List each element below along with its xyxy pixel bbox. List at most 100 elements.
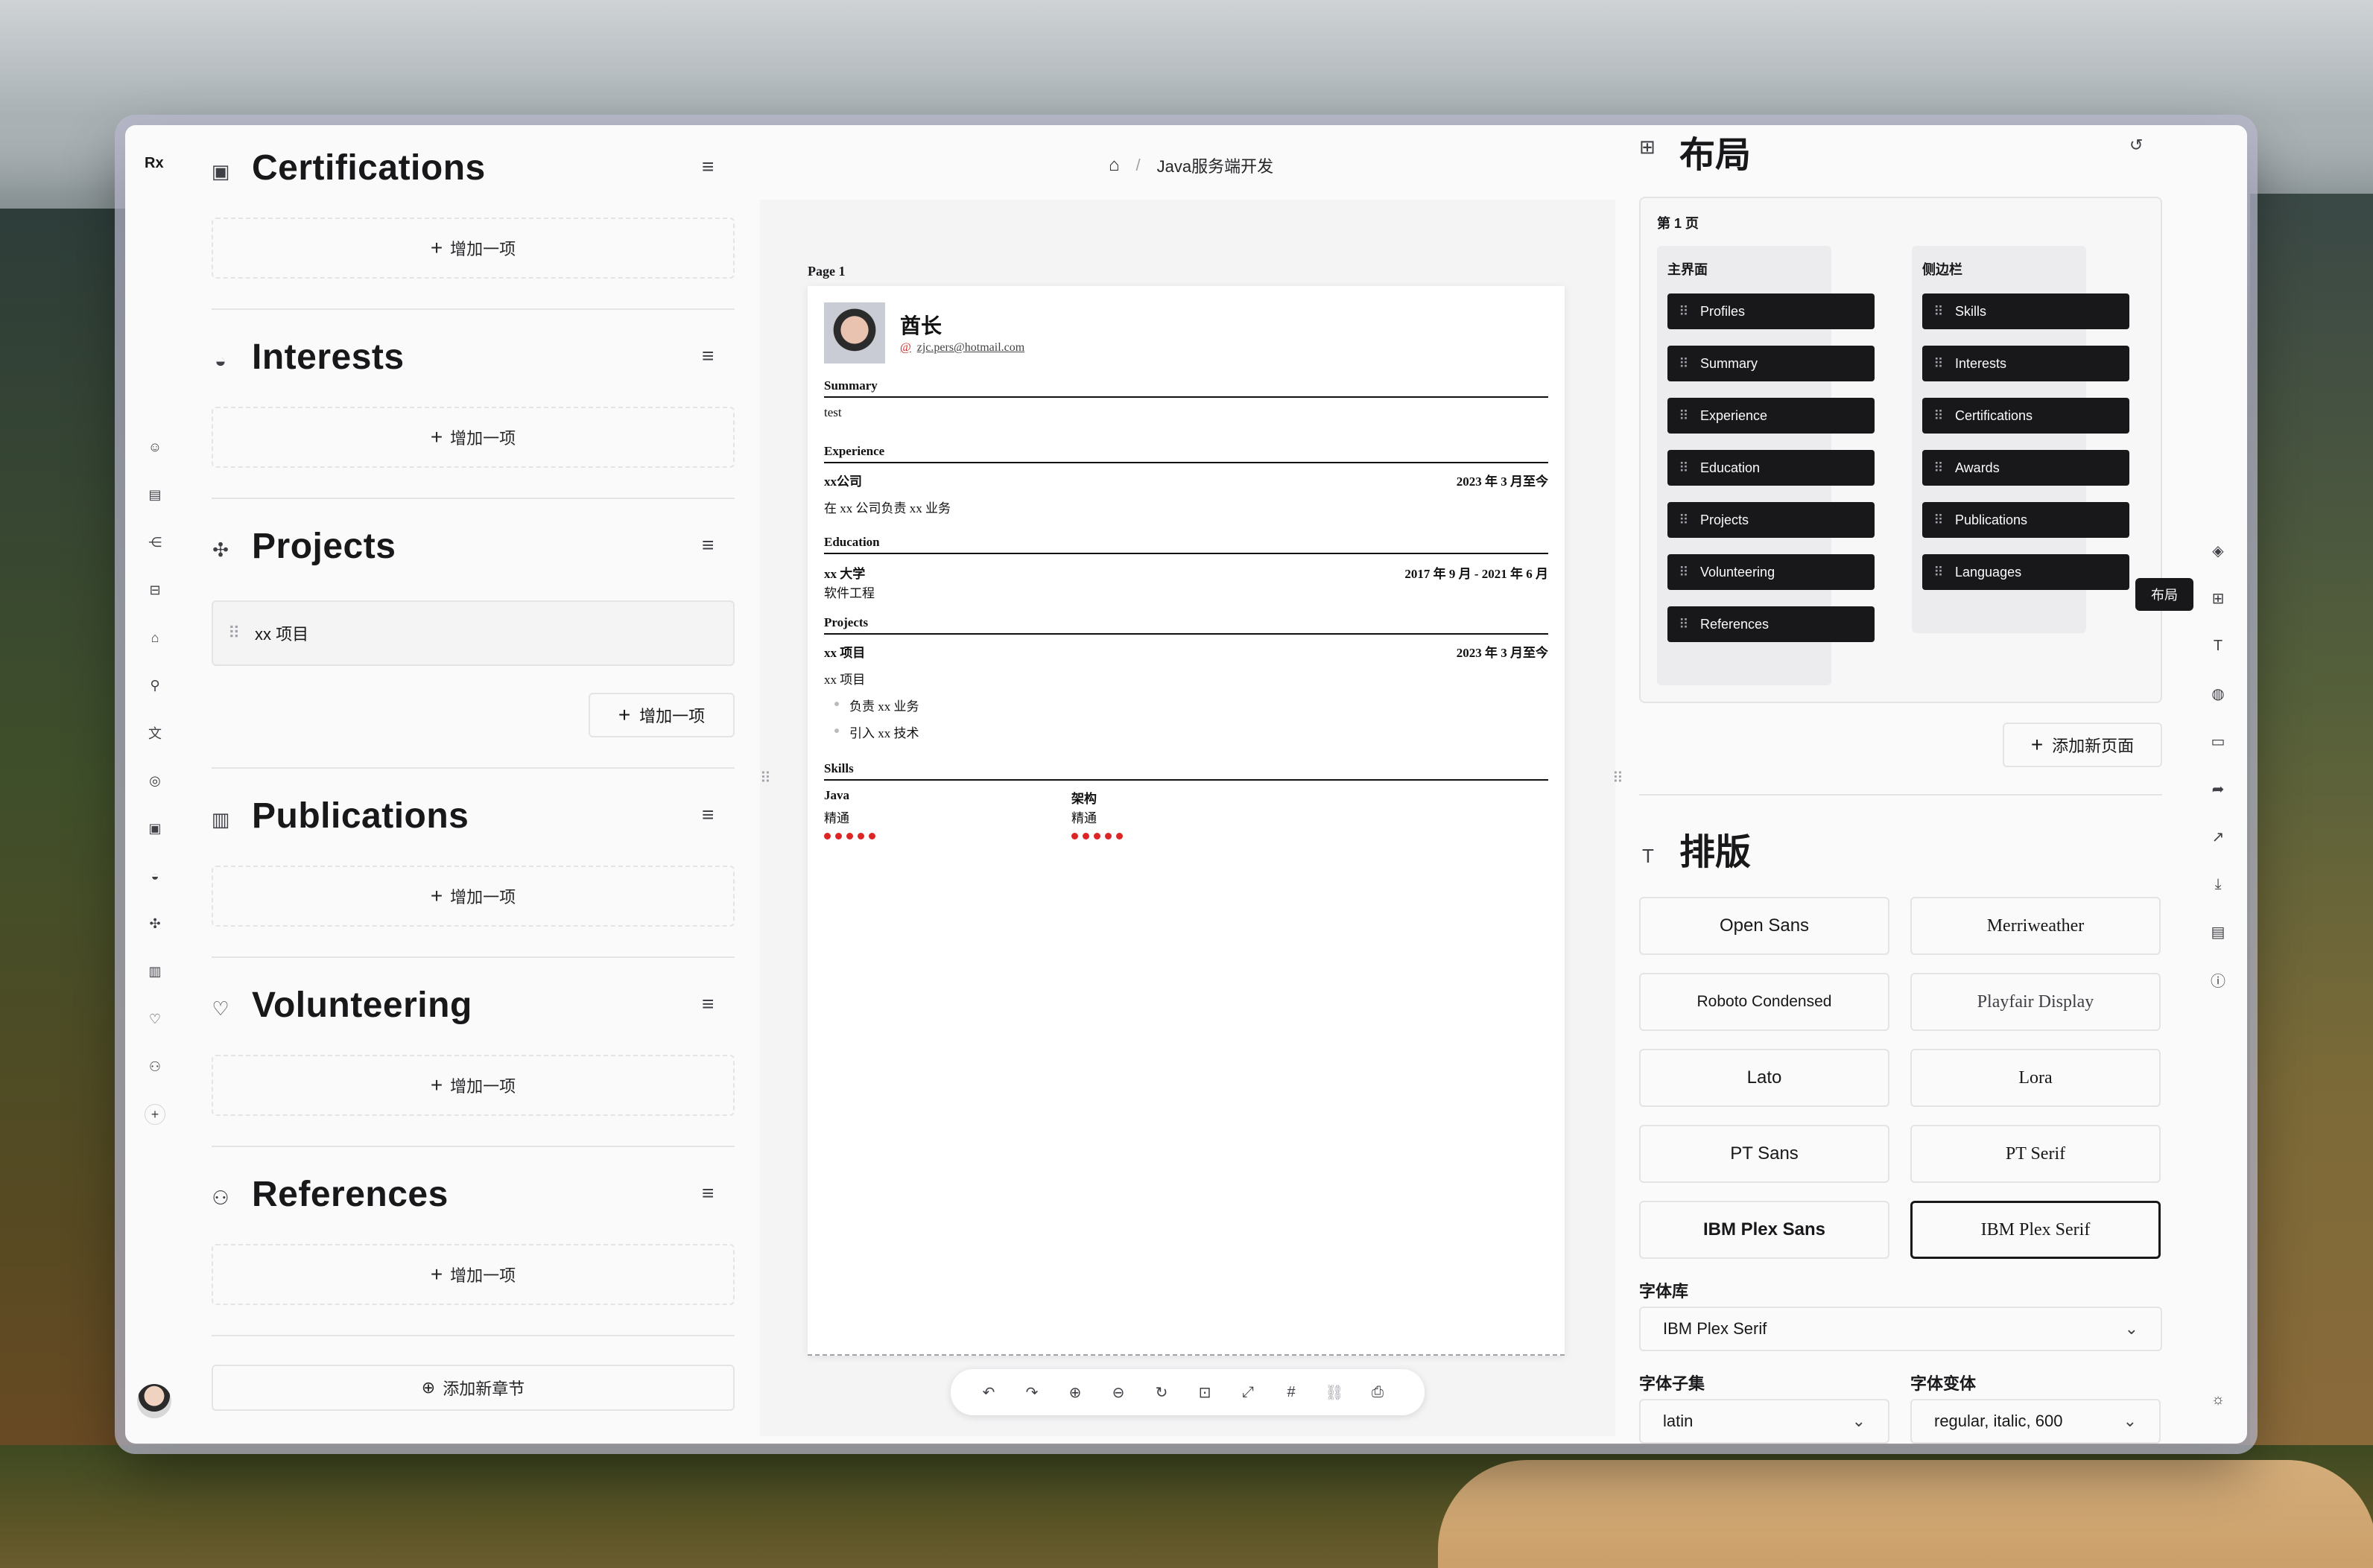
section-divider (212, 767, 735, 769)
resize-handle-left[interactable]: ⠿ (760, 769, 775, 787)
add-page-button[interactable]: + 添加新页面 (2003, 723, 2162, 767)
add-item-button[interactable]: + 增加一项 (589, 693, 735, 737)
layout-icon[interactable]: ⊞ (2207, 587, 2229, 609)
pdf-icon[interactable]: ⎙ (1365, 1380, 1390, 1405)
font-option[interactable]: PT Sans (1639, 1125, 1889, 1183)
section-title-projects: Projects (252, 527, 396, 566)
add-item-button[interactable]: + 增加一项 (212, 866, 735, 927)
users-icon: ⚇ (212, 1186, 229, 1209)
menu-icon[interactable]: ≡ (702, 803, 714, 827)
font-option-selected[interactable]: IBM Plex Serif (1910, 1201, 2161, 1259)
font-variant-select[interactable]: regular, italic, 600 ⌄ (1910, 1399, 2161, 1444)
layout-chip[interactable]: ⠿ Education (1667, 450, 1875, 486)
layout-chip[interactable]: ⠿ References (1667, 606, 1875, 642)
font-library-select[interactable]: IBM Plex Serif ⌄ (1639, 1307, 2162, 1351)
page-break-icon[interactable]: # (1279, 1380, 1304, 1405)
download-icon[interactable]: ⤓ (2207, 873, 2229, 895)
drag-handle-icon[interactable]: ⠿ (213, 623, 255, 643)
graduation-icon[interactable]: ⌂ (145, 627, 165, 648)
hand-heart-icon[interactable]: ♡ (145, 1009, 165, 1029)
certificate-icon[interactable]: ▣ (145, 818, 165, 839)
reset-zoom-icon[interactable]: ↻ (1149, 1380, 1174, 1405)
layout-chip[interactable]: ⠿ Publications (1922, 502, 2129, 538)
skills-icon[interactable]: ⚲ (145, 675, 165, 696)
layout-chip[interactable]: ⠿ Languages (1922, 554, 2129, 590)
user-avatar[interactable] (137, 1384, 171, 1418)
theme-toggle-icon[interactable]: ☼ (2207, 1388, 2229, 1411)
template-icon[interactable]: ◈ (2207, 539, 2229, 562)
redo-icon[interactable]: ↷ (1019, 1380, 1045, 1405)
expand-icon[interactable]: ⤢ (1235, 1380, 1261, 1405)
palette-icon[interactable]: ◍ (2207, 682, 2229, 705)
skill-level: 精通 (1071, 811, 1097, 825)
font-option[interactable]: PT Serif (1910, 1125, 2161, 1183)
font-subset-select[interactable]: latin ⌄ (1639, 1399, 1889, 1444)
award-icon[interactable]: ◎ (145, 770, 165, 791)
section-divider (212, 1335, 735, 1336)
font-option[interactable]: Playfair Display (1910, 973, 2161, 1031)
layout-chip[interactable]: ⠿ Awards (1922, 450, 2129, 486)
section-divider (212, 956, 735, 958)
link-icon[interactable]: ⛓ (1322, 1380, 1347, 1405)
font-option[interactable]: Lato (1639, 1049, 1889, 1107)
font-option[interactable]: Lora (1910, 1049, 2161, 1107)
add-item-button[interactable]: + 增加一项 (212, 218, 735, 279)
menu-icon[interactable]: ≡ (702, 1181, 714, 1205)
layout-chip[interactable]: ⠿ Interests (1922, 346, 2129, 381)
resume-email[interactable]: @ zjc.pers@hotmail.com (900, 341, 1024, 355)
zoom-out-icon[interactable]: ⊖ (1106, 1380, 1131, 1405)
layout-chip[interactable]: ⠿ Experience (1667, 398, 1875, 434)
zoom-in-icon[interactable]: ⊕ (1062, 1380, 1088, 1405)
skill-name: Java (824, 788, 849, 802)
menu-icon[interactable]: ≡ (702, 992, 714, 1016)
add-item-button[interactable]: + 增加一项 (212, 407, 735, 468)
share-icon[interactable]: ➦ (2207, 778, 2229, 800)
section-title-references: References (252, 1175, 449, 1214)
resize-handle-right[interactable]: ⠿ (1612, 769, 1627, 787)
layout-chip[interactable]: ⠿ Profiles (1667, 293, 1875, 329)
font-option[interactable]: IBM Plex Sans (1639, 1201, 1889, 1259)
info-icon[interactable]: ⓘ (2207, 968, 2229, 991)
skill-rating (824, 833, 875, 839)
home-icon[interactable]: ⌂ (1109, 155, 1120, 176)
layout-chip[interactable]: ⠿ Certifications (1922, 398, 2129, 434)
summary-icon[interactable]: ▤ (145, 484, 165, 505)
page-icon[interactable]: ▭ (2207, 730, 2229, 752)
font-option[interactable]: Roboto Condensed (1639, 973, 1889, 1031)
language-icon[interactable]: 文 (145, 723, 165, 743)
add-item-button[interactable]: + 增加一项 (212, 1244, 735, 1305)
email-icon: @ (900, 341, 911, 354)
education-major: 软件工程 (824, 586, 875, 600)
menu-icon[interactable]: ≡ (702, 155, 714, 179)
add-icon[interactable]: + (145, 1104, 165, 1125)
gamepad-icon[interactable]: ◒ (145, 866, 165, 886)
share-icon[interactable]: ⋲ (145, 532, 165, 553)
undo-icon[interactable]: ↶ (976, 1380, 1001, 1405)
notes-icon[interactable]: ▤ (2207, 921, 2229, 943)
menu-icon[interactable]: ≡ (702, 344, 714, 368)
menu-icon[interactable]: ≡ (702, 533, 714, 557)
font-option[interactable]: Open Sans (1639, 897, 1889, 955)
layout-chip[interactable]: ⠿ Summary (1667, 346, 1875, 381)
users-icon[interactable]: ⚇ (145, 1056, 165, 1077)
app-logo[interactable]: Rx (145, 155, 164, 172)
skill-rating (1071, 833, 1123, 839)
books-icon[interactable]: ▥ (145, 961, 165, 982)
add-section-button[interactable]: ⊕ 添加新章节 (212, 1365, 735, 1411)
layout-chip[interactable]: ⠿ Projects (1667, 502, 1875, 538)
font-option[interactable]: Merriweather (1910, 897, 2161, 955)
list-item[interactable]: ⠿ xx 项目 (212, 600, 735, 666)
briefcase-icon[interactable]: ⊟ (145, 580, 165, 600)
statistics-icon[interactable]: ↗ (2207, 825, 2229, 848)
reset-icon[interactable]: ↺ (2129, 136, 2143, 155)
typography-icon[interactable]: T (2207, 635, 2229, 657)
chevron-down-icon: ⌄ (2124, 1319, 2138, 1338)
section-divider (212, 1146, 735, 1147)
typography-title: 排版 (1679, 833, 1752, 872)
puzzle-icon[interactable]: ✣ (145, 913, 165, 934)
layout-chip[interactable]: ⠿ Volunteering (1667, 554, 1875, 590)
profile-icon[interactable]: ☺ (145, 437, 165, 457)
center-icon[interactable]: ⊡ (1192, 1380, 1217, 1405)
layout-chip[interactable]: ⠿ Skills (1922, 293, 2129, 329)
add-item-button[interactable]: + 增加一项 (212, 1055, 735, 1116)
